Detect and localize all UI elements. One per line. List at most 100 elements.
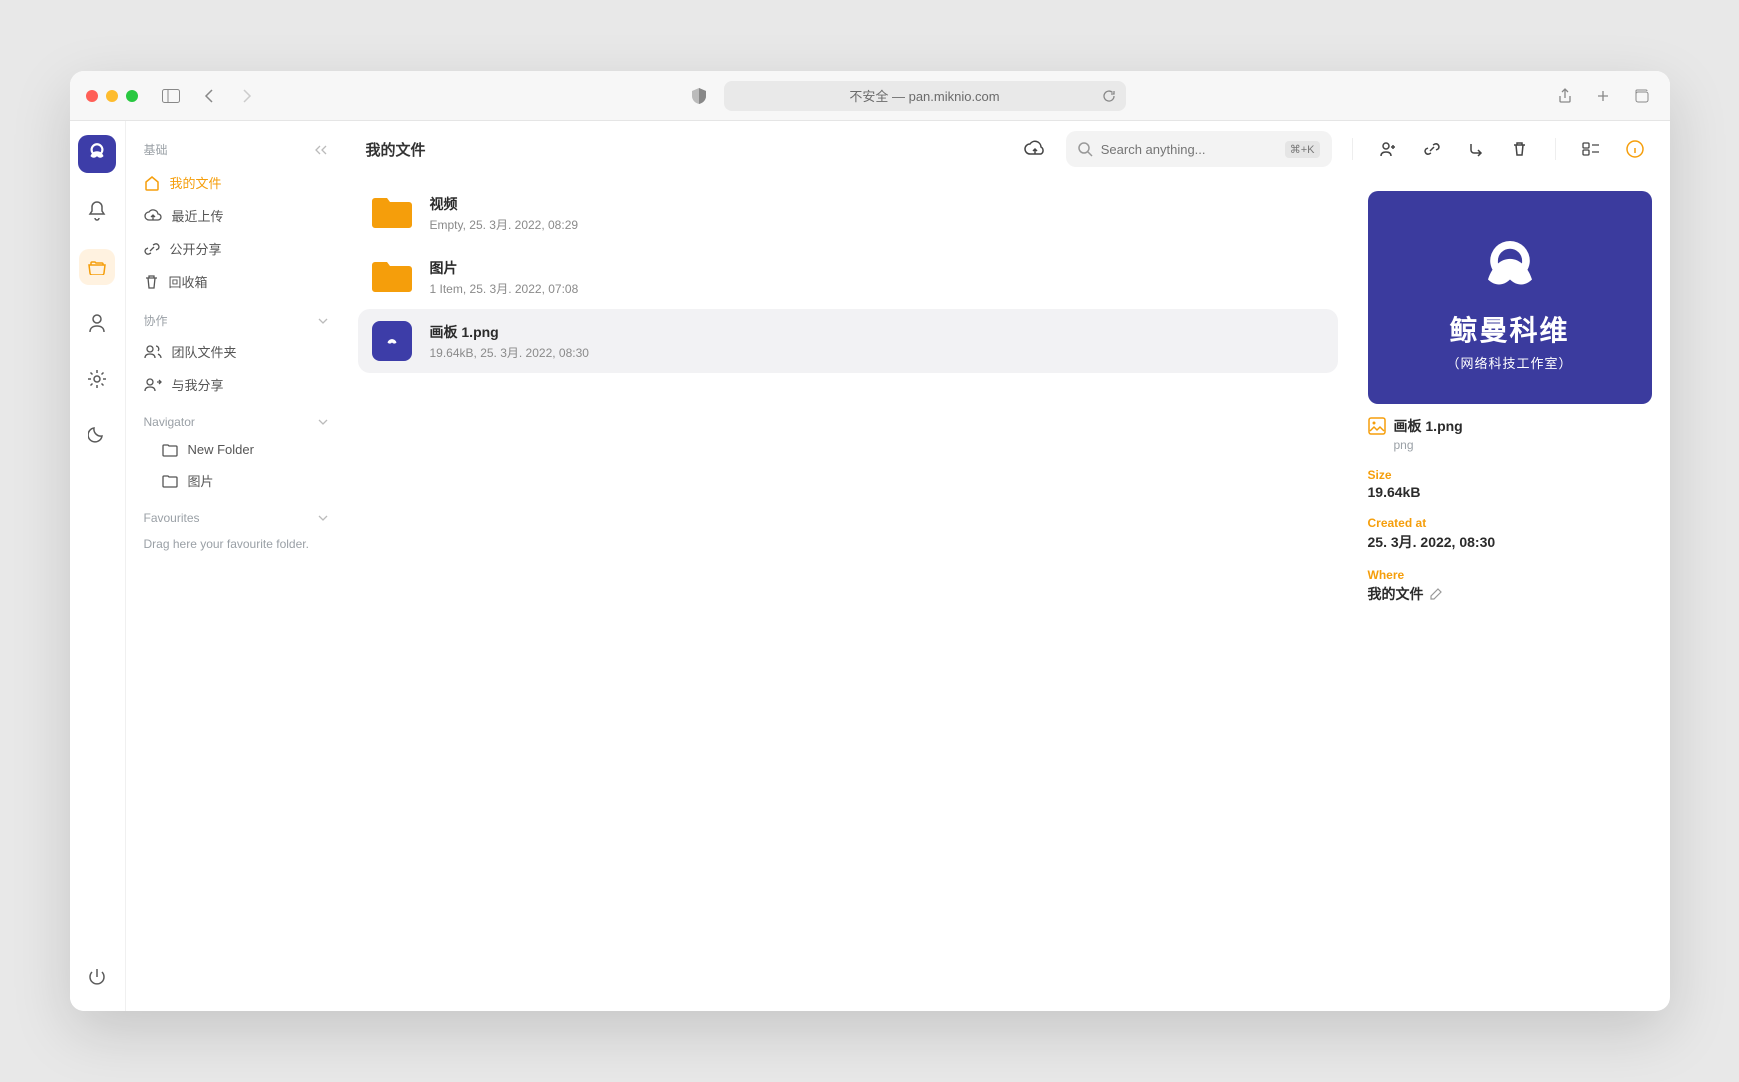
page-title: 我的文件 [366,139,426,160]
delete-icon[interactable] [1505,134,1535,164]
details-filetype: png [1394,438,1652,452]
browser-chrome: 不安全 — pan.miknio.com [70,71,1670,121]
privacy-icon[interactable] [686,83,712,109]
cloud-sync-icon[interactable] [1018,132,1052,166]
nav-section-label: 协作 [144,312,168,329]
folder-icon [162,443,178,457]
nav-section-basic: 基础 [136,137,336,166]
add-user-icon[interactable] [1373,134,1403,164]
settings-rail-icon[interactable] [79,361,115,397]
image-icon [1368,417,1386,435]
address-bar[interactable]: 不安全 — pan.miknio.com [724,81,1126,111]
browser-window: 不安全 — pan.miknio.com [70,71,1670,1011]
icon-rail [70,121,126,1011]
details-filename: 画板 1.png [1394,416,1463,436]
nav-section-collab: 协作 [136,298,336,335]
tree-item-new-folder[interactable]: New Folder [154,435,336,464]
nav-shared-with-me[interactable]: 与我分享 [136,368,336,401]
nav-label: 最近上传 [172,206,224,225]
url-text: 不安全 — pan.miknio.com [849,86,999,105]
nav-label: 团队文件夹 [172,342,237,361]
edit-location-icon[interactable] [1430,588,1442,600]
preview-title: 鲸曼科维 [1449,309,1569,349]
cloud-up-icon [144,209,162,223]
file-name: 视频 [430,194,579,214]
file-row-folder[interactable]: 视频 Empty, 25. 3月. 2022, 08:29 [358,181,1338,245]
file-row-folder[interactable]: 图片 1 Item, 25. 3月. 2022, 07:08 [358,245,1338,309]
trash-icon [144,274,159,290]
move-icon[interactable] [1461,134,1491,164]
folder-icon [370,255,414,299]
power-rail-icon[interactable] [79,959,115,995]
nav-section-navigator: Navigator [136,401,336,435]
notifications-icon[interactable] [79,193,115,229]
file-preview[interactable]: 鲸曼科维 （网络科技工作室） [1368,191,1652,404]
search-input[interactable] [1101,142,1277,157]
nav-section-label: Navigator [144,415,195,429]
app: 基础 我的文件 最近上传 公开分享 回收箱 协 [70,121,1670,1011]
new-tab-icon[interactable] [1590,83,1616,109]
sidebar-toggle-icon[interactable] [158,83,184,109]
user-share-icon [144,378,162,392]
tabs-icon[interactable] [1628,83,1654,109]
file-meta: 1 Item, 25. 3月. 2022, 07:08 [430,280,579,297]
size-label: Size [1368,468,1652,482]
nav-sidebar: 基础 我的文件 最近上传 公开分享 回收箱 协 [126,121,346,1011]
preview-subtitle: （网络科技工作室） [1446,353,1572,372]
nav-recent[interactable]: 最近上传 [136,199,336,232]
close-window[interactable] [86,90,98,102]
back-button[interactable] [196,83,222,109]
share-icon[interactable] [1552,83,1578,109]
nav-section-label: Favourites [144,511,200,525]
nav-label: 我的文件 [170,173,222,192]
nav-label: 图片 [188,471,214,490]
copy-link-icon[interactable] [1417,134,1447,164]
file-row-image[interactable]: 画板 1.png 19.64kB, 25. 3月. 2022, 08:30 [358,309,1338,373]
app-logo[interactable] [78,135,116,173]
search-shortcut: ⌘+K [1285,141,1320,158]
image-thumbnail [370,319,414,363]
content-area: 我的文件 ⌘+K [346,121,1670,1011]
nav-trash[interactable]: 回收箱 [136,265,336,298]
search-box[interactable]: ⌘+K [1066,131,1332,167]
nav-label: 回收箱 [169,272,208,291]
created-label: Created at [1368,516,1652,530]
nav-shared[interactable]: 公开分享 [136,232,336,265]
file-name: 图片 [430,258,579,278]
nav-my-files[interactable]: 我的文件 [136,166,336,199]
file-name: 画板 1.png [430,322,589,342]
favourites-hint: Drag here your favourite folder. [136,531,336,557]
forward-button[interactable] [234,83,260,109]
chevron-down-icon[interactable] [318,419,328,425]
nav-label: 公开分享 [170,239,222,258]
tree-item-pictures[interactable]: 图片 [154,464,336,497]
nav-section-label: 基础 [144,141,168,158]
nav-label: 与我分享 [172,375,224,394]
link-icon [144,241,160,257]
size-value: 19.64kB [1368,484,1652,500]
info-panel-icon[interactable] [1620,134,1650,164]
view-toggle-icon[interactable] [1576,134,1606,164]
minimize-window[interactable] [106,90,118,102]
chevron-down-icon[interactable] [318,515,328,521]
content-topbar: 我的文件 ⌘+K [346,121,1670,177]
nav-label: New Folder [188,442,254,457]
folder-icon [162,474,178,488]
where-value: 我的文件 [1368,584,1424,604]
chevron-down-icon[interactable] [318,318,328,324]
theme-rail-icon[interactable] [79,417,115,453]
file-meta: Empty, 25. 3月. 2022, 08:29 [430,216,579,233]
created-value: 25. 3月. 2022, 08:30 [1368,532,1652,552]
search-icon [1078,142,1093,157]
folder-icon [370,191,414,235]
file-meta: 19.64kB, 25. 3月. 2022, 08:30 [430,344,589,361]
users-icon [144,345,162,359]
nav-team-folders[interactable]: 团队文件夹 [136,335,336,368]
maximize-window[interactable] [126,90,138,102]
user-rail-icon[interactable] [79,305,115,341]
reload-icon[interactable] [1102,89,1116,103]
home-icon [144,175,160,191]
where-label: Where [1368,568,1652,582]
files-rail-icon[interactable] [79,249,115,285]
collapse-sidebar-icon[interactable] [314,144,328,156]
